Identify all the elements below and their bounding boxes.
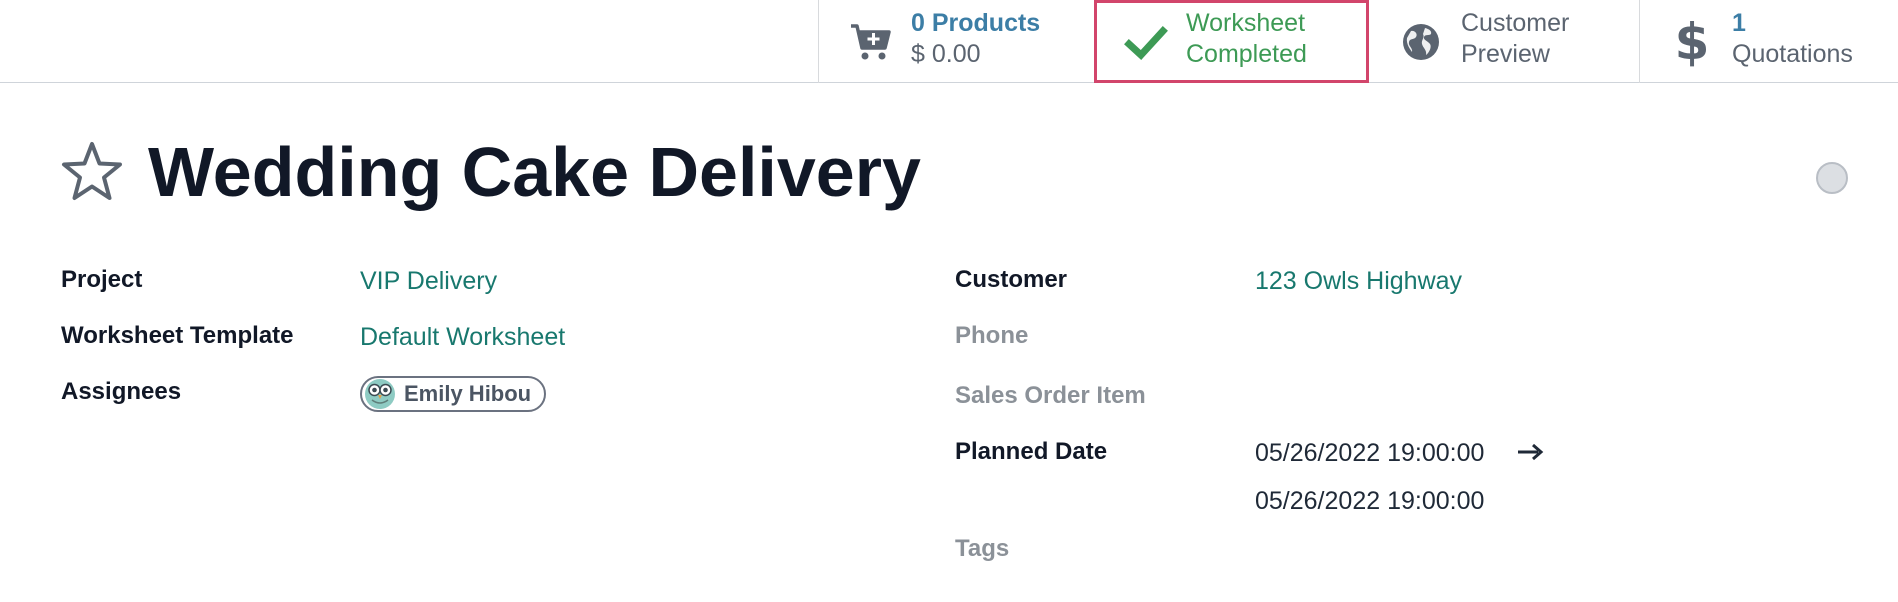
quotations-count: 1 [1732, 9, 1746, 37]
owl-avatar-icon [364, 378, 396, 410]
arrow-right-icon [1516, 440, 1544, 464]
record-title[interactable]: Wedding Cake Delivery [148, 128, 921, 216]
planned-date-label: Planned Date [955, 438, 1108, 465]
sales-order-item-label: Sales Order Item [955, 382, 1146, 409]
worksheet-stat-line2: Completed [1186, 40, 1307, 68]
assignee-tag[interactable]: Emily Hibou [360, 376, 547, 412]
worksheet-stat-line1: Worksheet [1186, 9, 1306, 37]
products-count: 0 Products [911, 9, 1041, 37]
products-total: $ 0.00 [911, 40, 981, 68]
quotations-label: Quotations [1732, 40, 1853, 68]
customer-preview-line2: Preview [1461, 40, 1550, 68]
cart-plus-icon [849, 20, 893, 64]
worksheet-template-label: Worksheet Template [61, 322, 294, 349]
customer-preview-stat-button[interactable]: Customer Preview [1369, 0, 1639, 83]
worksheet-template-field[interactable]: Default Worksheet [360, 323, 565, 352]
customer-field[interactable]: 123 Owls Highway [1255, 267, 1462, 296]
favorite-star-icon[interactable] [60, 140, 124, 204]
project-label: Project [61, 266, 143, 293]
customer-label: Customer [955, 266, 1068, 293]
checkmark-icon [1124, 20, 1168, 64]
dollar-icon: $ [1674, 13, 1710, 71]
planned-date-start[interactable]: 05/26/2022 19:00:00 [1255, 439, 1484, 468]
tags-label: Tags [955, 535, 1010, 562]
quotations-stat-button[interactable]: $ 1 Quotations [1639, 0, 1898, 83]
assignee-name: Emily Hibou [404, 381, 532, 406]
products-stat-button[interactable]: 0 Products $ 0.00 [818, 0, 1094, 83]
globe-icon [1399, 20, 1443, 64]
assignees-label: Assignees [61, 378, 182, 405]
planned-date-end[interactable]: 05/26/2022 19:00:00 [1255, 487, 1484, 516]
kanban-status-indicator[interactable] [1816, 162, 1848, 194]
phone-label: Phone [955, 322, 1029, 349]
customer-preview-line1: Customer [1461, 9, 1570, 37]
project-field[interactable]: VIP Delivery [360, 267, 497, 296]
worksheet-stat-button[interactable]: Worksheet Completed [1094, 0, 1369, 83]
stat-button-bar: 0 Products $ 0.00 Worksheet Completed Cu… [0, 0, 1898, 83]
